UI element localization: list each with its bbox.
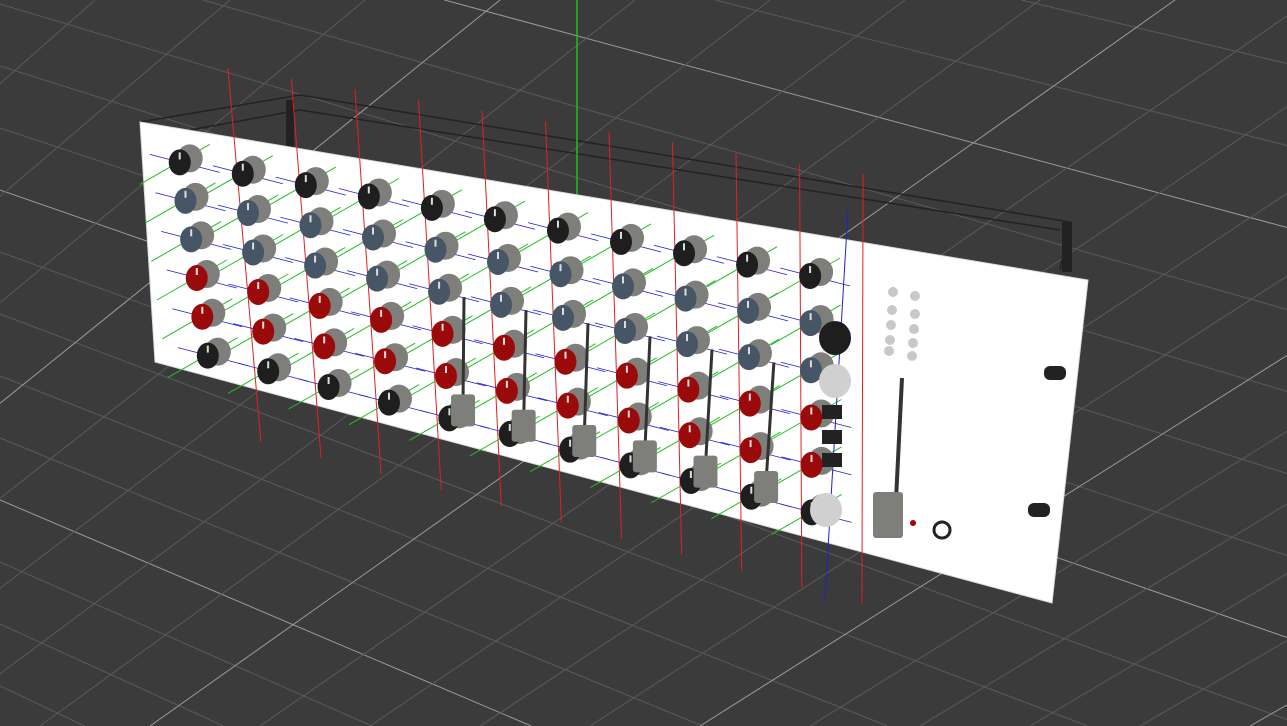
gain-knob[interactable] — [819, 364, 851, 398]
fader-knob[interactable] — [451, 394, 476, 427]
led-indicator — [885, 335, 895, 345]
led-indicator — [908, 338, 918, 348]
grid-line — [1029, 573, 1287, 726]
headphone-jack[interactable] — [932, 520, 952, 540]
led-indicator — [910, 309, 920, 319]
led-indicator — [910, 291, 920, 301]
fader-knob[interactable] — [632, 440, 657, 473]
grid-line — [0, 623, 224, 726]
power-led — [910, 520, 916, 526]
fader-knob[interactable] — [572, 425, 597, 458]
rack-ear-slot — [1028, 503, 1050, 517]
grid-line — [0, 0, 96, 84]
led-indicator — [909, 324, 919, 334]
switch[interactable] — [822, 405, 842, 419]
led-indicator — [886, 320, 896, 330]
master-knob[interactable] — [819, 321, 851, 355]
master-fader-knob[interactable] — [873, 492, 903, 538]
3d-viewport[interactable] — [0, 0, 1287, 726]
fader-slot — [461, 296, 466, 405]
fader-knob[interactable] — [693, 455, 718, 488]
frame-post — [1062, 222, 1072, 272]
led-indicator — [888, 287, 898, 297]
led-indicator — [907, 351, 917, 361]
rack-ear-slot — [1044, 366, 1066, 380]
switch[interactable] — [822, 453, 842, 467]
switch[interactable] — [822, 430, 842, 444]
grid-line — [1021, 0, 1287, 64]
grid-line — [1139, 640, 1287, 726]
fader-knob[interactable] — [754, 470, 779, 503]
grid-line — [0, 685, 85, 726]
grid-line — [0, 561, 373, 726]
fader-knob[interactable] — [511, 409, 536, 442]
led-indicator — [884, 346, 894, 356]
output-knob[interactable] — [810, 493, 842, 527]
led-indicator — [887, 305, 897, 315]
grid-line — [0, 499, 532, 726]
